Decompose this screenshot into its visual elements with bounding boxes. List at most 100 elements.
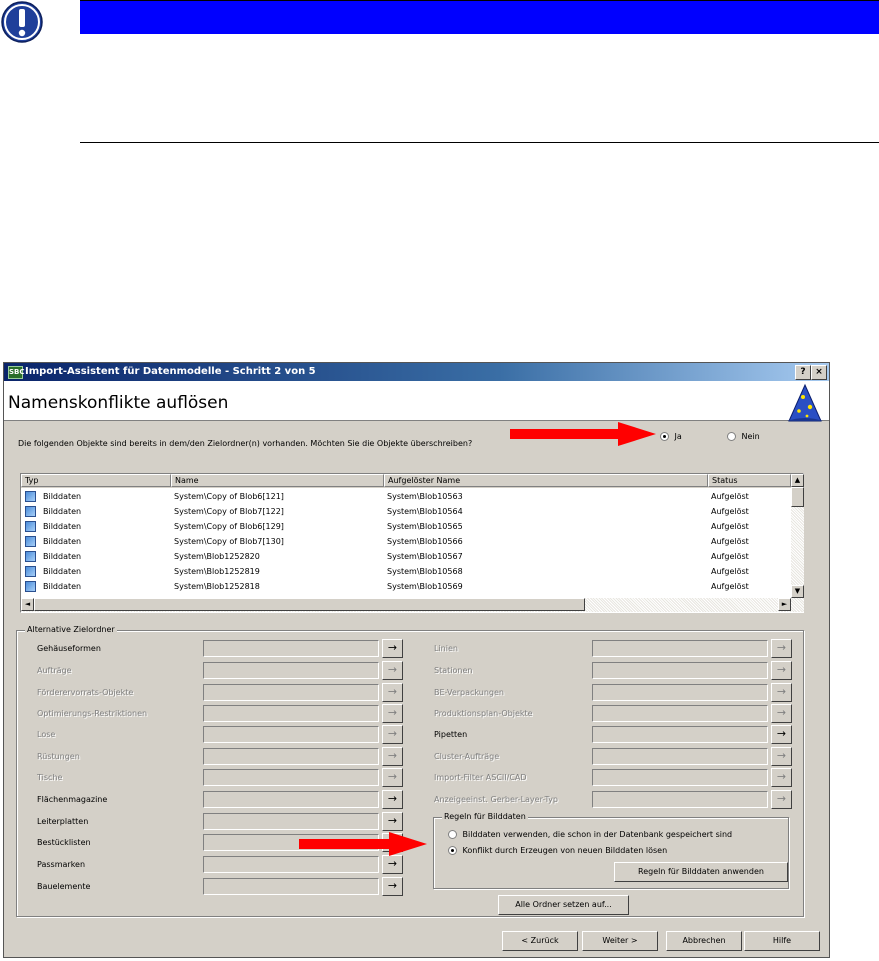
radio-create-new-indicator[interactable] bbox=[448, 846, 457, 855]
column-header-type[interactable]: Typ bbox=[21, 474, 171, 487]
folder-arrow-button-lines[interactable]: → bbox=[771, 639, 792, 658]
folder-field-components[interactable] bbox=[203, 878, 379, 895]
folder-field-setups[interactable] bbox=[203, 748, 379, 765]
cell-type: Bilddaten bbox=[43, 552, 82, 561]
table-row[interactable]: Bilddaten System\Copy of Blob6[129] Syst… bbox=[21, 519, 791, 534]
radio-use-existing-label: Bilddaten verwenden, die schon in der Da… bbox=[462, 830, 733, 839]
next-button[interactable]: Weiter > bbox=[582, 931, 658, 951]
column-header-status[interactable]: Status bbox=[708, 474, 791, 487]
cell-name: System\Copy of Blob7[122] bbox=[174, 507, 284, 516]
radio-yes[interactable]: Ja bbox=[660, 432, 682, 441]
callout-arrow-icon bbox=[510, 422, 656, 446]
help-title-button[interactable]: ? bbox=[795, 365, 811, 380]
folder-arrow-button-gerber-layer[interactable]: → bbox=[771, 790, 792, 809]
folder-arrow-button-feeder-objects[interactable]: → bbox=[382, 683, 403, 702]
folder-label-housing-forms: Gehäuseformen bbox=[37, 644, 101, 653]
folder-arrow-button-pipettes[interactable]: → bbox=[771, 725, 792, 744]
folder-field-tables[interactable] bbox=[203, 769, 379, 786]
radio-create-new[interactable]: Konflikt durch Erzeugen von neuen Bildda… bbox=[448, 846, 667, 855]
cell-type: Bilddaten bbox=[43, 582, 82, 591]
back-button[interactable]: < Zurück bbox=[502, 931, 578, 951]
cell-resolved: System\Blob10563 bbox=[387, 492, 463, 501]
folder-arrow-button-housing-forms[interactable]: → bbox=[382, 639, 403, 658]
set-all-folders-button[interactable]: Alle Ordner setzen auf... bbox=[498, 895, 629, 915]
folder-label-packaging: BE-Verpackungen bbox=[434, 688, 504, 697]
table-row[interactable]: Bilddaten System\Copy of Blob7[122] Syst… bbox=[21, 504, 791, 519]
radio-yes-indicator[interactable] bbox=[660, 432, 669, 441]
folder-label-pipettes: Pipetten bbox=[434, 730, 468, 739]
page-header: Namenskonflikte auflösen bbox=[4, 381, 829, 422]
folder-label-feeder-objects: Förderervorrats-Objekte bbox=[37, 688, 134, 697]
column-header-resolved[interactable]: Aufgelöster Name bbox=[384, 474, 708, 487]
horizontal-scroll-thumb[interactable] bbox=[34, 598, 585, 611]
folder-field-pipettes[interactable] bbox=[592, 726, 768, 743]
column-header-name[interactable]: Name bbox=[171, 474, 384, 487]
conflicts-table: Typ Name Aufgelöster Name Status Bilddat… bbox=[20, 473, 804, 613]
folder-arrow-button-components[interactable]: → bbox=[382, 877, 403, 896]
folder-field-area-magazines[interactable] bbox=[203, 791, 379, 808]
image-rules-label: Regeln für Bilddaten bbox=[442, 812, 528, 821]
folder-arrow-button-stations[interactable]: → bbox=[771, 661, 792, 680]
folder-arrow-button-cluster-orders[interactable]: → bbox=[771, 747, 792, 766]
cell-name: System\Copy of Blob7[130] bbox=[174, 537, 284, 546]
folder-arrow-button-import-filter[interactable]: → bbox=[771, 768, 792, 787]
vertical-scroll-thumb[interactable] bbox=[791, 487, 804, 507]
table-row[interactable]: Bilddaten System\Copy of Blob6[121] Syst… bbox=[21, 489, 791, 504]
folder-arrow-button-optimization[interactable]: → bbox=[382, 704, 403, 723]
folder-arrow-button-production-plan[interactable]: → bbox=[771, 704, 792, 723]
folder-field-gerber-layer[interactable] bbox=[592, 791, 768, 808]
cell-name: System\Copy of Blob6[121] bbox=[174, 492, 284, 501]
cell-resolved: System\Blob10569 bbox=[387, 582, 463, 591]
folder-arrow-button-orders[interactable]: → bbox=[382, 661, 403, 680]
folder-field-orders[interactable] bbox=[203, 662, 379, 679]
scroll-down-button[interactable]: ▼ bbox=[791, 585, 804, 598]
folder-field-housing-forms[interactable] bbox=[203, 640, 379, 657]
folder-field-optimization[interactable] bbox=[203, 705, 379, 722]
folder-field-stations[interactable] bbox=[592, 662, 768, 679]
close-title-button[interactable]: × bbox=[811, 365, 827, 380]
folder-field-lots[interactable] bbox=[203, 726, 379, 743]
cell-type: Bilddaten bbox=[43, 537, 82, 546]
radio-no[interactable]: Nein bbox=[727, 432, 760, 441]
cancel-button[interactable]: Abbrechen bbox=[666, 931, 742, 951]
scroll-right-button[interactable]: ► bbox=[778, 598, 791, 611]
folder-label-optimization: Optimierungs-Restriktionen bbox=[37, 709, 148, 718]
table-row[interactable]: Bilddaten System\Blob1252818 System\Blob… bbox=[21, 579, 791, 594]
horizontal-scrollbar[interactable]: ◄ ► bbox=[21, 598, 804, 612]
folder-field-import-filter[interactable] bbox=[592, 769, 768, 786]
image-data-icon bbox=[25, 491, 36, 502]
scroll-left-button[interactable]: ◄ bbox=[21, 598, 34, 611]
table-row[interactable]: Bilddaten System\Blob1252819 System\Blob… bbox=[21, 564, 791, 579]
cell-name: System\Blob1252820 bbox=[174, 552, 260, 561]
table-row[interactable]: Bilddaten System\Copy of Blob7[130] Syst… bbox=[21, 534, 791, 549]
radio-use-existing[interactable]: Bilddaten verwenden, die schon in der Da… bbox=[448, 830, 732, 839]
help-button[interactable]: Hilfe bbox=[744, 931, 820, 951]
folder-field-lines[interactable] bbox=[592, 640, 768, 657]
folder-arrow-button-lots[interactable]: → bbox=[382, 725, 403, 744]
folder-field-boards[interactable] bbox=[203, 813, 379, 830]
radio-no-label: Nein bbox=[741, 432, 760, 441]
folder-field-feeder-objects[interactable] bbox=[203, 684, 379, 701]
folder-field-packaging[interactable] bbox=[592, 684, 768, 701]
folder-label-area-magazines: Flächenmagazine bbox=[37, 795, 108, 804]
cell-resolved: System\Blob10567 bbox=[387, 552, 463, 561]
folder-arrow-button-boards[interactable]: → bbox=[382, 812, 403, 831]
folder-arrow-button-area-magazines[interactable]: → bbox=[382, 790, 403, 809]
cell-type: Bilddaten bbox=[43, 567, 82, 576]
title-bar: SBC Import-Assistent für Datenmodelle - … bbox=[4, 363, 829, 381]
radio-use-existing-indicator[interactable] bbox=[448, 830, 457, 839]
folder-arrow-button-tables[interactable]: → bbox=[382, 768, 403, 787]
cell-status: Aufgelöst bbox=[711, 537, 749, 546]
folder-field-fiducials[interactable] bbox=[203, 856, 379, 873]
folder-field-production-plan[interactable] bbox=[592, 705, 768, 722]
folder-arrow-button-setups[interactable]: → bbox=[382, 747, 403, 766]
scroll-up-button[interactable]: ▲ bbox=[791, 474, 804, 487]
folder-arrow-button-packaging[interactable]: → bbox=[771, 683, 792, 702]
folder-field-cluster-orders[interactable] bbox=[592, 748, 768, 765]
table-row[interactable]: Bilddaten System\Blob1252820 System\Blob… bbox=[21, 549, 791, 564]
vertical-scrollbar[interactable]: ▲ ▼ bbox=[791, 474, 804, 598]
radio-no-indicator[interactable] bbox=[727, 432, 736, 441]
apply-image-rules-button[interactable]: Regeln für Bilddaten anwenden bbox=[614, 862, 788, 882]
cell-status: Aufgelöst bbox=[711, 582, 749, 591]
radio-create-new-label: Konflikt durch Erzeugen von neuen Bildda… bbox=[462, 846, 668, 855]
